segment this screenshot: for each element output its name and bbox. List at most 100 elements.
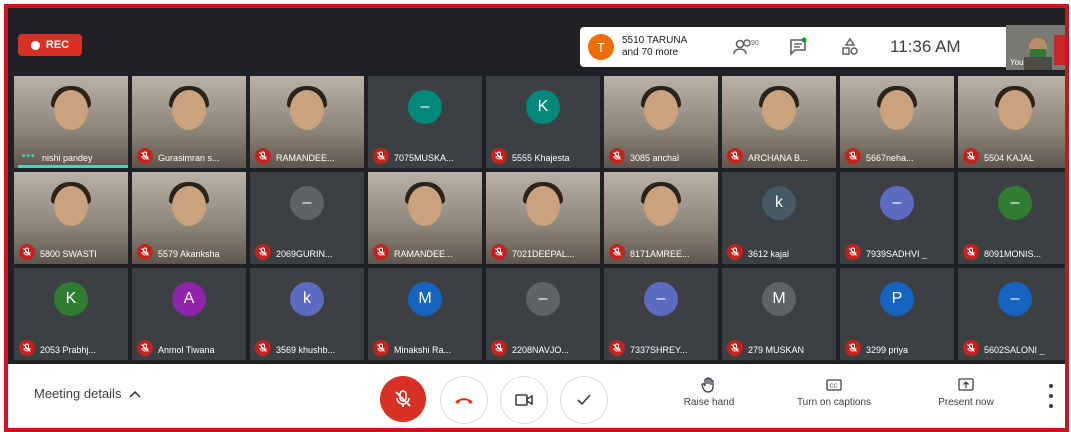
participant-avatar: –: [526, 282, 560, 316]
svg-text:CC: CC: [830, 384, 838, 390]
participant-name: 3085 anchal: [630, 153, 680, 163]
participant-avatar: P: [880, 282, 914, 316]
participant-avatar: K: [54, 282, 88, 316]
mic-muted-icon: [963, 148, 979, 164]
participant-tile[interactable]: k 3612 kajal: [722, 172, 836, 264]
participant-tile[interactable]: 3085 anchal: [604, 76, 718, 168]
mic-muted-icon: [845, 340, 861, 356]
mic-muted-icon: [255, 244, 271, 260]
participant-tile[interactable]: – 7075MUSKA...: [368, 76, 482, 168]
presenter-chip[interactable]: T 5510 TARUNA and 70 more: [580, 27, 720, 67]
mic-muted-icon: [19, 244, 35, 260]
participant-tile[interactable]: P 3299 priya: [840, 268, 954, 360]
participant-tile[interactable]: – 2069GURIN...: [250, 172, 364, 264]
participant-avatar: M: [762, 282, 796, 316]
participant-tile[interactable]: 8171AMREE...: [604, 172, 718, 264]
participant-avatar: –: [880, 186, 914, 220]
mic-toggle-button[interactable]: [380, 376, 426, 422]
people-button[interactable]: 90: [720, 27, 772, 67]
participant-video-face: [526, 186, 560, 226]
top-tools: 90 11:36 AM: [720, 27, 1006, 67]
participant-name: Anmol Tiwana: [158, 345, 215, 355]
presenter-avatar: T: [588, 34, 614, 60]
participant-avatar: –: [290, 186, 324, 220]
mic-muted-icon: [373, 244, 389, 260]
participant-name: 3612 kajal: [748, 249, 790, 259]
participant-tile[interactable]: RAMANDEE...: [368, 172, 482, 264]
participant-avatar: M: [408, 282, 442, 316]
participant-tile[interactable]: K 5555 Khajesta: [486, 76, 600, 168]
hand-icon: [701, 377, 714, 393]
mic-muted-icon: [255, 148, 271, 164]
participant-name: 5504 KAJAL: [984, 153, 1035, 163]
participant-avatar: k: [290, 282, 324, 316]
participant-tile[interactable]: M 279 MUSKAN: [722, 268, 836, 360]
activities-button[interactable]: [824, 27, 876, 67]
participant-tile[interactable]: 5667neha...: [840, 76, 954, 168]
hang-up-icon: [455, 398, 473, 404]
mic-muted-icon: [727, 244, 743, 260]
participant-tile[interactable]: – 2208NAVJO...: [486, 268, 600, 360]
participant-name: 5602SALONI _: [984, 345, 1045, 355]
mic-muted-icon: [963, 340, 979, 356]
mic-muted-icon: [19, 340, 35, 356]
participant-avatar: A: [172, 282, 206, 316]
self-view-label: You: [1010, 58, 1024, 67]
mic-muted-icon: [255, 340, 271, 356]
participant-video-face: [172, 186, 206, 226]
meeting-details-button[interactable]: Meeting details: [34, 386, 142, 401]
top-bar: REC T 5510 TARUNA and 70 more 90 11:36 A…: [8, 8, 1065, 70]
participant-tile[interactable]: – 8091MONIS...: [958, 172, 1065, 264]
mic-muted-icon: [137, 244, 153, 260]
captions-button[interactable]: CC Turn on captions: [784, 376, 884, 408]
raise-hand-button[interactable]: Raise hand: [659, 376, 759, 408]
more-options-button[interactable]: [1046, 384, 1056, 408]
participant-name: 5800 SWASTI: [40, 249, 97, 259]
chat-button[interactable]: [772, 27, 824, 67]
participant-avatar: –: [644, 282, 678, 316]
participant-tile[interactable]: k 3569 khushb...: [250, 268, 364, 360]
present-now-button[interactable]: Present now: [916, 376, 1016, 408]
participant-tile[interactable]: – 7337SHREY...: [604, 268, 718, 360]
mic-muted-icon: [845, 244, 861, 260]
participant-tile[interactable]: – 7939SADHVI _: [840, 172, 954, 264]
participant-name: 8091MONIS...: [984, 249, 1042, 259]
participant-tile[interactable]: 5579 Akanksha: [132, 172, 246, 264]
people-count: 90: [751, 40, 759, 47]
participant-tile[interactable]: – 5602SALONI _: [958, 268, 1065, 360]
mic-muted-icon: [137, 148, 153, 164]
mic-muted-icon: [609, 148, 625, 164]
participant-tile[interactable]: 5504 KAJAL: [958, 76, 1065, 168]
participant-name: RAMANDEE...: [276, 153, 335, 163]
camera-toggle-button[interactable]: [500, 376, 548, 424]
participant-tile[interactable]: K 2053 Prabhj...: [14, 268, 128, 360]
extension-check-button[interactable]: [560, 376, 608, 424]
mic-muted-icon: [609, 244, 625, 260]
participant-tile[interactable]: A Anmol Tiwana: [132, 268, 246, 360]
participant-video-face: [290, 90, 324, 130]
participant-name: Minakshi Ra...: [394, 345, 452, 355]
participant-grid: ••• nishi pandey Gurasimran s... RAMANDEE..…: [14, 74, 1065, 362]
meet-window: REC T 5510 TARUNA and 70 more 90 11:36 A…: [4, 4, 1069, 432]
speaking-dots-icon: •••: [22, 151, 36, 162]
participant-name: 279 MUSKAN: [748, 345, 805, 355]
participant-name: 2069GURIN...: [276, 249, 333, 259]
participant-name: 3299 priya: [866, 345, 909, 355]
check-icon: [577, 394, 591, 406]
participant-tile[interactable]: 5800 SWASTI: [14, 172, 128, 264]
participant-avatar: k: [762, 186, 796, 220]
participant-tile[interactable]: RAMANDEE...: [250, 76, 364, 168]
participant-tile[interactable]: 7021DEEPAL...: [486, 172, 600, 264]
participant-tile[interactable]: M Minakshi Ra...: [368, 268, 482, 360]
self-view-thumbnail[interactable]: You: [1006, 25, 1065, 70]
clock-time: 11:36 AM: [890, 37, 961, 56]
participant-video-face: [762, 90, 796, 130]
participant-tile[interactable]: ARCHANA B...: [722, 76, 836, 168]
participant-name: 7337SHREY...: [630, 345, 688, 355]
participant-video-face: [644, 186, 678, 226]
participant-name: 5555 Khajesta: [512, 153, 570, 163]
participant-tile[interactable]: Gurasimran s...: [132, 76, 246, 168]
leave-call-button[interactable]: [440, 376, 488, 424]
recording-label: REC: [45, 39, 70, 51]
participant-tile[interactable]: ••• nishi pandey: [14, 76, 128, 168]
